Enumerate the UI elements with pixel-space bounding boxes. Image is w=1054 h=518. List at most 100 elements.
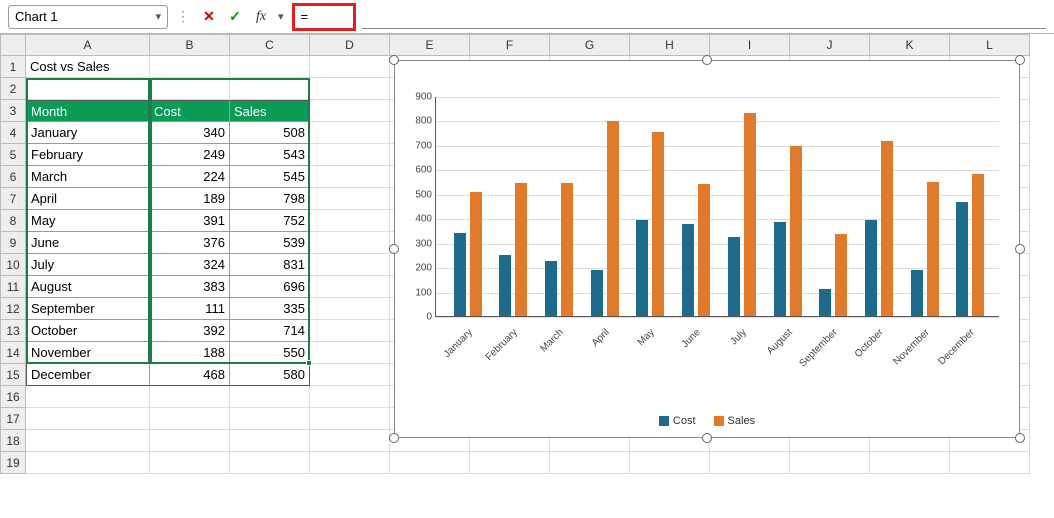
cell-A17[interactable] (26, 408, 150, 430)
column-header-J[interactable]: J (790, 34, 870, 56)
bar-sales[interactable] (561, 183, 573, 316)
bar-sales[interactable] (972, 174, 984, 316)
cell-B9[interactable]: 376 (150, 232, 230, 254)
cell-D3[interactable] (310, 100, 390, 122)
cell-D18[interactable] (310, 430, 390, 452)
bar-cost[interactable] (636, 220, 648, 316)
cell-B4[interactable]: 340 (150, 122, 230, 144)
row-header-16[interactable]: 16 (0, 386, 26, 408)
cell-A5[interactable]: February (26, 144, 150, 166)
bar-sales[interactable] (881, 141, 893, 316)
cell-A12[interactable]: September (26, 298, 150, 320)
chart-handle-ne[interactable] (1015, 55, 1025, 65)
column-header-K[interactable]: K (870, 34, 950, 56)
bar-group[interactable] (545, 183, 573, 316)
cell-C18[interactable] (230, 430, 310, 452)
cell-B8[interactable]: 391 (150, 210, 230, 232)
bar-cost[interactable] (819, 289, 831, 316)
cell-B12[interactable]: 111 (150, 298, 230, 320)
row-header-18[interactable]: 18 (0, 430, 26, 452)
bar-sales[interactable] (652, 132, 664, 316)
legend-item-sales[interactable]: Sales (714, 415, 756, 427)
cell-A3[interactable]: Month (26, 100, 150, 122)
cell-D1[interactable] (310, 56, 390, 78)
bar-group[interactable] (728, 113, 756, 316)
cell-B13[interactable]: 392 (150, 320, 230, 342)
bar-cost[interactable] (545, 261, 557, 316)
bar-group[interactable] (911, 182, 939, 316)
chart-handle-n[interactable] (702, 55, 712, 65)
row-header-15[interactable]: 15 (0, 364, 26, 386)
cell-C17[interactable] (230, 408, 310, 430)
bar-cost[interactable] (591, 270, 603, 316)
row-header-19[interactable]: 19 (0, 452, 26, 474)
column-header-A[interactable]: A (26, 34, 150, 56)
cell-A7[interactable]: April (26, 188, 150, 210)
cell-D6[interactable] (310, 166, 390, 188)
cell-A10[interactable]: July (26, 254, 150, 276)
row-header-11[interactable]: 11 (0, 276, 26, 298)
bar-group[interactable] (956, 174, 984, 316)
name-box[interactable]: Chart 1 ▾ (8, 5, 168, 29)
bar-cost[interactable] (911, 270, 923, 316)
cell-G19[interactable] (550, 452, 630, 474)
cell-B6[interactable]: 224 (150, 166, 230, 188)
bar-cost[interactable] (865, 220, 877, 316)
row-header-1[interactable]: 1 (0, 56, 26, 78)
cell-C4[interactable]: 508 (230, 122, 310, 144)
cell-L19[interactable] (950, 452, 1030, 474)
cell-F19[interactable] (470, 452, 550, 474)
cell-C6[interactable]: 545 (230, 166, 310, 188)
cell-E19[interactable] (390, 452, 470, 474)
cell-D14[interactable] (310, 342, 390, 364)
cell-A6[interactable]: March (26, 166, 150, 188)
cell-C16[interactable] (230, 386, 310, 408)
bar-cost[interactable] (956, 202, 968, 316)
cell-B15[interactable]: 468 (150, 364, 230, 386)
cell-A1[interactable]: Cost vs Sales (26, 56, 150, 78)
cell-J19[interactable] (790, 452, 870, 474)
chart-legend[interactable]: Cost Sales (395, 415, 1019, 427)
row-header-14[interactable]: 14 (0, 342, 26, 364)
column-header-L[interactable]: L (950, 34, 1030, 56)
cell-I19[interactable] (710, 452, 790, 474)
cell-C7[interactable]: 798 (230, 188, 310, 210)
bar-sales[interactable] (927, 182, 939, 316)
cell-B10[interactable]: 324 (150, 254, 230, 276)
bar-sales[interactable] (607, 121, 619, 316)
cell-C13[interactable]: 714 (230, 320, 310, 342)
bar-cost[interactable] (499, 255, 511, 316)
cell-B17[interactable] (150, 408, 230, 430)
cell-D17[interactable] (310, 408, 390, 430)
bar-group[interactable] (636, 132, 664, 316)
fx-button[interactable]: fx (252, 8, 270, 26)
row-header-10[interactable]: 10 (0, 254, 26, 276)
cell-A18[interactable] (26, 430, 150, 452)
cell-B18[interactable] (150, 430, 230, 452)
column-header-E[interactable]: E (390, 34, 470, 56)
column-header-I[interactable]: I (710, 34, 790, 56)
cell-C19[interactable] (230, 452, 310, 474)
column-header-C[interactable]: C (230, 34, 310, 56)
cell-C11[interactable]: 696 (230, 276, 310, 298)
formula-bar-rest[interactable] (362, 5, 1046, 29)
bar-sales[interactable] (470, 192, 482, 316)
cell-B2[interactable] (150, 78, 230, 100)
bar-cost[interactable] (454, 233, 466, 316)
row-header-7[interactable]: 7 (0, 188, 26, 210)
chart-handle-nw[interactable] (389, 55, 399, 65)
cell-B3[interactable]: Cost (150, 100, 230, 122)
cell-C9[interactable]: 539 (230, 232, 310, 254)
bar-sales[interactable] (698, 184, 710, 316)
chart-object[interactable]: 0100200300400500600700800900 Cost Sales … (394, 60, 1020, 438)
cell-B11[interactable]: 383 (150, 276, 230, 298)
cell-D19[interactable] (310, 452, 390, 474)
cell-D16[interactable] (310, 386, 390, 408)
cell-B14[interactable]: 188 (150, 342, 230, 364)
cell-A19[interactable] (26, 452, 150, 474)
bar-sales[interactable] (790, 146, 802, 316)
cell-C15[interactable]: 580 (230, 364, 310, 386)
cell-A16[interactable] (26, 386, 150, 408)
cell-C2[interactable] (230, 78, 310, 100)
cell-C5[interactable]: 543 (230, 144, 310, 166)
